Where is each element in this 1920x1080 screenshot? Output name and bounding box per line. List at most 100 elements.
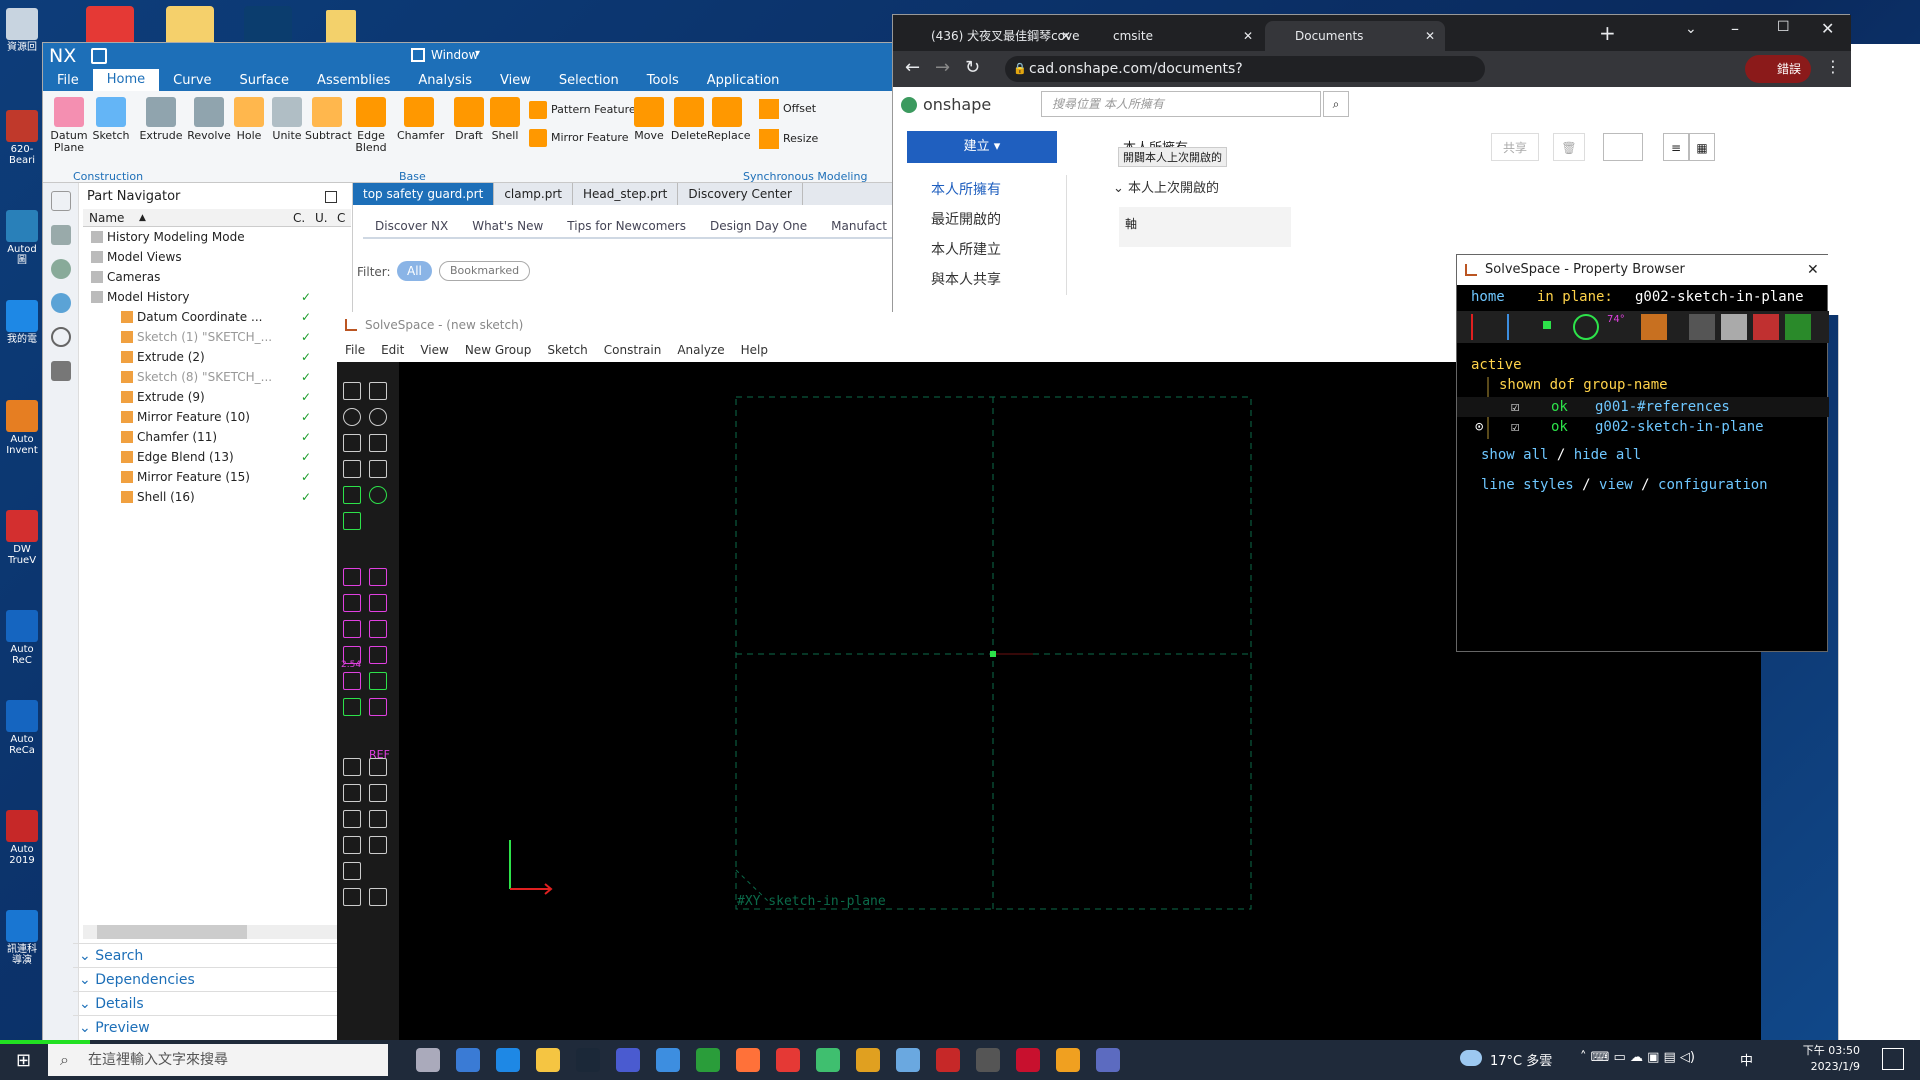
discovery-tab[interactable]: Discover NX [363,215,461,239]
ribbon-move[interactable]: Move [629,97,669,142]
shown-checkbox[interactable]: ☑ [1511,397,1519,417]
tree-item[interactable]: Shell (16) ✓ [83,487,351,507]
clock-time[interactable]: 下午 03:50 [1800,1042,1860,1058]
tangent-icon[interactable] [343,698,361,716]
tree-item[interactable]: Mirror Feature (10) ✓ [83,407,351,427]
nearest-iso-icon[interactable] [343,758,361,776]
construction-icon[interactable] [343,862,361,880]
nx-menu-selection[interactable]: Selection [545,73,633,88]
desktop-icon[interactable]: DW TrueV [4,510,40,566]
desktop-icon[interactable]: Auto Invent [4,400,40,456]
circle-icon[interactable] [343,408,361,426]
panel-details[interactable]: ⌄ Details [73,991,363,1015]
tree-item[interactable]: Cameras [83,267,351,287]
toggle-shaded-icon[interactable] [1689,314,1715,340]
discovery-tab[interactable]: What's New [460,215,556,239]
label-icon[interactable] [1603,133,1643,161]
panel-preview[interactable]: ⌄ Preview [73,1015,363,1039]
search-icon[interactable]: ⌕ [1323,91,1349,117]
grid-view-icon[interactable]: ▦ [1689,133,1715,161]
ribbon-extrude[interactable]: Extrude [139,97,183,142]
close-window-icon[interactable]: ✕ [1821,19,1834,38]
sidebar-item[interactable]: 本人所擁有 [907,175,1066,205]
doc-tab[interactable]: clamp.prt [494,183,573,205]
step-rotate-icon[interactable] [369,810,387,828]
chevron-down-icon[interactable]: ▾ [475,48,480,59]
back-icon[interactable]: ← [905,57,920,78]
blender-icon[interactable] [976,1048,1000,1072]
weather-text[interactable]: 17°C 多雲 [1490,1050,1552,1069]
tree-item[interactable]: Extrude (2) ✓ [83,347,351,367]
browser-tab[interactable]: Documents ✕ [1265,21,1445,51]
nx-icon[interactable] [1016,1048,1040,1072]
forward-icon[interactable]: → [935,57,950,78]
list-view-icon[interactable]: ≡ [1663,133,1689,161]
col-c[interactable]: C. [293,209,305,227]
xbox-icon[interactable] [696,1048,720,1072]
ribbon-mirror-feature[interactable]: Mirror Feature [529,129,628,147]
solidworks-icon[interactable] [86,6,134,46]
sketch-3d-icon[interactable] [369,784,387,802]
vs-code-icon[interactable] [616,1048,640,1072]
nx-menu-tools[interactable]: Tools [633,73,693,88]
address-bar[interactable]: 🔒cad.onshape.com/documents?resourceType=… [1005,56,1485,103]
desktop-icon[interactable]: Auto 2019 [4,810,40,866]
toggle-dimensions-icon[interactable]: 74° [1607,314,1633,340]
ss-menu-item[interactable]: View [412,338,456,362]
nx-menu-assemblies[interactable]: Assemblies [303,73,404,88]
close-tab-icon[interactable]: ✕ [1425,21,1435,51]
tree-item[interactable]: Model Views [83,247,351,267]
equal-icon[interactable] [369,672,387,690]
web-browser-icon[interactable] [50,293,71,313]
explorer-icon[interactable] [536,1048,560,1072]
tree-item[interactable]: Edge Blend (13) ✓ [83,447,351,467]
toggle-points-icon[interactable] [1543,321,1551,329]
line-styles-link[interactable]: line styles [1481,477,1574,493]
col-u[interactable]: U. [315,209,328,227]
ss-menu-item[interactable]: Sketch [539,338,595,362]
group-name-link[interactable]: g002-sketch-in-plane [1595,417,1764,437]
pb-group-row[interactable]: ⊙ ☑ ok g002-sketch-in-plane [1457,417,1829,437]
tab-search-icon[interactable]: ⌄ [1685,21,1697,37]
text-icon[interactable] [343,434,361,452]
line-icon[interactable] [343,382,361,400]
angle-icon[interactable] [369,568,387,586]
minimize-icon[interactable]: – [1731,19,1739,38]
ss-menu-item[interactable]: Analyze [669,338,732,362]
tree-item[interactable]: Extrude (9) ✓ [83,387,351,407]
ss-menu-item[interactable]: Help [733,338,776,362]
ime-indicator[interactable]: 中 [1740,1050,1753,1069]
profile-error-button[interactable]: 錯誤 [1745,55,1811,83]
tree-item[interactable]: History Modeling Mode [83,227,351,247]
shown-checkbox[interactable]: ☑ [1511,417,1519,437]
discovery-tab[interactable]: Design Day One [697,215,820,239]
toggle-normals-icon[interactable] [1507,314,1533,340]
nx-menu-analysis[interactable]: Analysis [404,73,486,88]
weather-icon[interactable] [1460,1050,1482,1066]
steam-icon[interactable] [576,1048,600,1072]
onshape-search-input[interactable]: 搜尋位置 本人所擁有 [1041,91,1321,117]
hide-all-link[interactable]: hide all [1574,447,1641,463]
doc-tab[interactable]: Discovery Center [678,183,803,205]
store-icon[interactable] [456,1048,480,1072]
ref-icon[interactable] [369,698,387,716]
discovery-tab[interactable]: Tips for Newcomers [555,215,698,239]
ribbon-resize[interactable]: Resize [759,129,818,149]
perpendicular-icon[interactable] [369,620,387,638]
task-view-icon[interactable] [416,1048,440,1072]
nx-menu-view[interactable]: View [486,73,545,88]
desktop-icon[interactable]: 資源回 [4,8,40,53]
horizontal-scrollbar[interactable] [83,925,351,939]
split-icon[interactable] [343,512,361,530]
constraint-icon[interactable] [50,259,71,279]
pb-group-row[interactable]: ☑ ok g001-#references [1457,397,1829,417]
maximize-icon[interactable] [325,191,337,203]
nx-menu-surface[interactable]: Surface [226,73,304,88]
browser-tab[interactable]: (436) 犬夜叉最佳鋼琴cove ✕ [901,21,1081,51]
nx-menu-home[interactable]: Home [92,69,160,91]
col-cc[interactable]: C [337,209,345,227]
desktop-icon[interactable]: 訊連科 導演 [4,910,40,966]
lathe-icon[interactable] [369,888,387,906]
panel-search[interactable]: ⌄ Search [73,943,363,967]
discovery-tab[interactable]: Manufact [819,215,899,239]
